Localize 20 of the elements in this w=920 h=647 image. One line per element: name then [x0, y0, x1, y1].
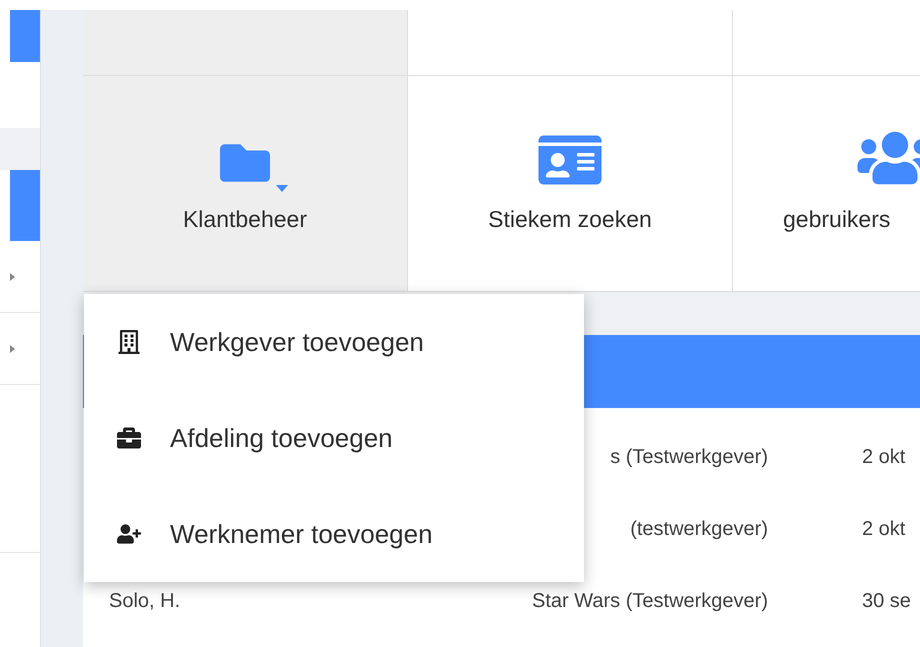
- building-icon: [117, 330, 141, 354]
- table-cell: Solo, H.: [109, 590, 180, 612]
- caret-right-icon[interactable]: [10, 272, 15, 280]
- table-cell-text: s (Testwerkgever): [610, 445, 768, 470]
- user-plus-icon: [117, 522, 141, 546]
- menu-item[interactable]: Werknemer toevoegen: [84, 486, 584, 582]
- briefcase-icon: [117, 426, 141, 450]
- table-cell: 30 se: [862, 590, 911, 612]
- sidebar-block: [10, 170, 40, 241]
- tile[interactable]: [83, 10, 408, 75]
- table-cell-text: Star Wars (Testwerkgever): [532, 589, 768, 614]
- table-cell: 2 okt: [862, 518, 906, 540]
- menu-item[interactable]: Afdeling toevoegen: [84, 390, 584, 486]
- caret-right-icon[interactable]: [10, 344, 15, 352]
- menu-item[interactable]: Werkgever toevoegen: [84, 294, 584, 390]
- table-cell-text: (testwerkgever): [630, 517, 768, 542]
- tile-button[interactable]: Klantbeheer: [83, 76, 408, 291]
- sidebar-band: [0, 128, 40, 170]
- sidebar-block: [10, 10, 40, 62]
- table-cell: 2 okt: [862, 446, 906, 468]
